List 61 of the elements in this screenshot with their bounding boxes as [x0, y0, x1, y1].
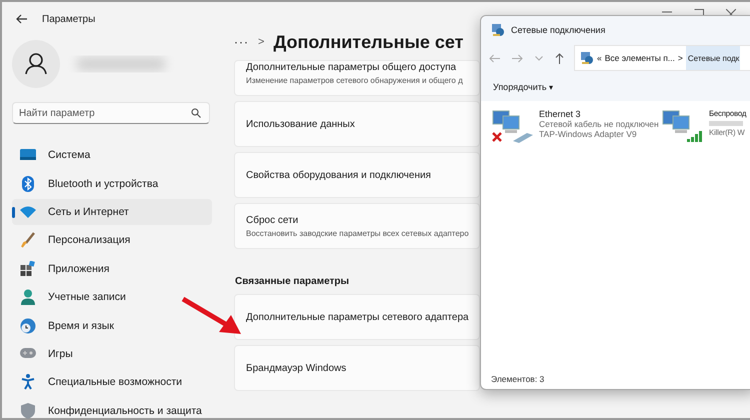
close-icon[interactable] — [726, 9, 736, 15]
settings-card[interactable]: Брандмауэр Windows — [234, 345, 480, 391]
card-title: Брандмауэр Windows — [246, 362, 346, 374]
shield-icon — [20, 402, 36, 419]
connection-status: Сетевой кабель не подключен — [539, 119, 659, 129]
window-title: Сетевые подключения — [511, 24, 606, 34]
blurred-status — [709, 118, 743, 128]
sidebar-item[interactable]: Время и язык — [12, 312, 212, 339]
search-icon[interactable] — [191, 108, 201, 118]
minimize-icon[interactable] — [662, 9, 672, 15]
address-segment[interactable]: Все элементы п... — [604, 53, 675, 63]
address-segment[interactable]: Сетевые подк — [686, 46, 740, 70]
settings-card[interactable]: Свойства оборудования и подключения — [234, 152, 480, 198]
apps-icon — [20, 261, 36, 276]
address-separator[interactable]: > — [678, 53, 683, 63]
annotation-arrow — [181, 296, 243, 336]
breadcrumb-separator: > — [258, 36, 264, 48]
card-description: Восстановить заводские параметры всех сетевых адаптеро — [246, 228, 469, 238]
breadcrumb-more[interactable]: ··· — [234, 35, 249, 49]
wifi-icon — [20, 206, 36, 218]
sidebar-item[interactable]: Конфиденциальность и защита — [12, 398, 212, 420]
gamepad-icon — [20, 348, 36, 360]
monitor-icon — [20, 149, 36, 162]
status-bar-text: Элементов: 3 — [490, 374, 544, 386]
settings-card[interactable]: Использование данных — [234, 101, 480, 147]
connection-item[interactable]: Ethernet 3 Сетевой кабель не подключен TAP-Windows Adapter V9 — [491, 109, 657, 143]
adapter-name: TAP-Windows Adapter V9 — [539, 129, 637, 139]
settings-card[interactable]: Дополнительные параметры общего доступа Изменение параметров сетевого обнаружения и общего д — [234, 60, 480, 96]
card-title: Свойства оборудования и подключения — [246, 170, 431, 180]
person-icon — [20, 289, 36, 306]
sidebar-item[interactable]: Игры — [12, 340, 212, 368]
connection-name: Ethernet 3 — [539, 109, 581, 119]
sidebar-item[interactable]: Сеть и Интернет — [12, 198, 212, 226]
sidebar-item[interactable]: Учетные записи — [12, 284, 212, 310]
card-title: Использование данных — [246, 118, 355, 130]
sidebar-item[interactable]: Персонализация — [12, 227, 212, 254]
search-field[interactable]: Найти параметр — [12, 102, 210, 124]
globe-clock-icon — [20, 318, 36, 334]
address-bar[interactable]: « Все элементы п... > Сетевые подк — [574, 45, 750, 71]
sidebar-item[interactable]: Система — [12, 142, 212, 168]
settings-card[interactable]: Дополнительные параметры сетевого адаптера — [234, 294, 480, 340]
sidebar-item[interactable]: Специальные возможности — [12, 369, 212, 396]
page-title: Дополнительные сет — [273, 32, 464, 52]
card-title: Дополнительные параметры сетевого адаптера — [246, 312, 469, 322]
card-description: Изменение параметров сетевого обнаружения и общего д — [246, 76, 463, 85]
maximize-icon[interactable] — [694, 9, 704, 15]
accessibility-icon — [20, 374, 36, 390]
sidebar-item[interactable]: Приложения — [12, 256, 212, 282]
card-title: Дополнительные параметры общего доступа — [246, 62, 456, 73]
up-arrow-icon[interactable] — [555, 52, 564, 64]
avatar-icon[interactable] — [12, 40, 60, 88]
window-title: Параметры — [42, 14, 96, 24]
section-heading: Связанные параметры — [235, 276, 350, 287]
back-arrow-icon[interactable] — [16, 14, 28, 24]
settings-card[interactable]: Сброс сети Восстановить заводские параметры всех сетевых адаптеро — [234, 203, 480, 249]
bluetooth-icon — [20, 176, 36, 192]
organize-menu[interactable]: Упорядочить ▾ — [493, 82, 554, 92]
sidebar-item[interactable]: Bluetooth и устройства — [12, 170, 212, 197]
address-overflow[interactable]: « — [597, 53, 602, 63]
card-title: Сброс сети — [246, 214, 298, 226]
brush-icon — [20, 232, 36, 248]
